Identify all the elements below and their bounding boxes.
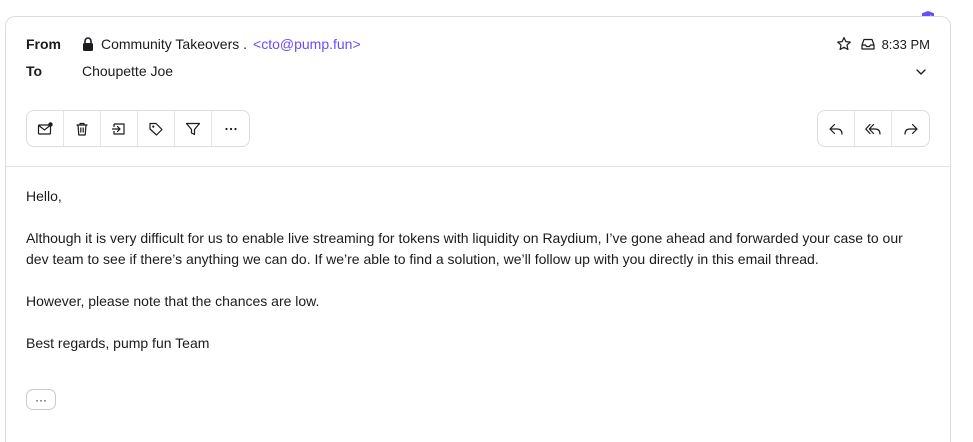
to-label: To xyxy=(26,63,43,79)
filter-icon xyxy=(185,122,201,135)
reply-button[interactable] xyxy=(818,111,855,146)
body-greeting: Hello, xyxy=(26,188,62,204)
body-paragraph: Although it is very difficult for us to … xyxy=(26,230,903,267)
more-actions-button[interactable] xyxy=(212,111,249,146)
delete-button[interactable] xyxy=(64,111,101,146)
message-body: Hello, Although it is very difficult for… xyxy=(26,186,926,375)
reply-all-icon xyxy=(865,123,881,135)
label-button[interactable] xyxy=(138,111,175,146)
message-time: 8:33 PM xyxy=(881,36,930,52)
filter-button[interactable] xyxy=(175,111,212,146)
label-icon xyxy=(149,122,163,136)
more-icon xyxy=(224,127,237,130)
body-paragraph: However, please note that the chances ar… xyxy=(26,293,320,309)
star-icon[interactable] xyxy=(836,36,852,52)
show-quoted-button[interactable]: ··· xyxy=(26,389,56,410)
reply-icon xyxy=(829,123,843,135)
body-signoff: Best regards, pump fun Team xyxy=(26,335,210,351)
header-divider xyxy=(6,166,950,167)
message-actions-toolbar xyxy=(26,110,250,147)
message-meta: 8:33 PM xyxy=(828,36,930,52)
move-to-folder-button[interactable] xyxy=(101,111,138,146)
to-row: To Choupette Joe xyxy=(26,63,173,79)
message-card: From Community Takeovers . <cto@pump.fun… xyxy=(5,16,951,442)
from-label: From xyxy=(26,36,61,52)
lock-icon xyxy=(83,37,93,51)
forward-icon xyxy=(903,123,918,135)
sender-email[interactable]: <cto@pump.fun> xyxy=(253,36,361,52)
reply-actions-toolbar xyxy=(817,110,930,147)
from-row: From Community Takeovers . <cto@pump.fun… xyxy=(26,36,361,52)
mark-unread-button[interactable] xyxy=(27,111,64,146)
reply-all-button[interactable] xyxy=(855,111,892,146)
trash-icon xyxy=(76,122,88,136)
chevron-down-icon[interactable] xyxy=(914,65,928,79)
mark-unread-icon xyxy=(37,121,53,135)
forward-button[interactable] xyxy=(892,111,929,146)
inbox-icon xyxy=(860,38,875,50)
move-to-folder-icon xyxy=(111,122,125,135)
recipient-name[interactable]: Choupette Joe xyxy=(82,63,173,79)
sender-name[interactable]: Community Takeovers . xyxy=(101,36,247,52)
